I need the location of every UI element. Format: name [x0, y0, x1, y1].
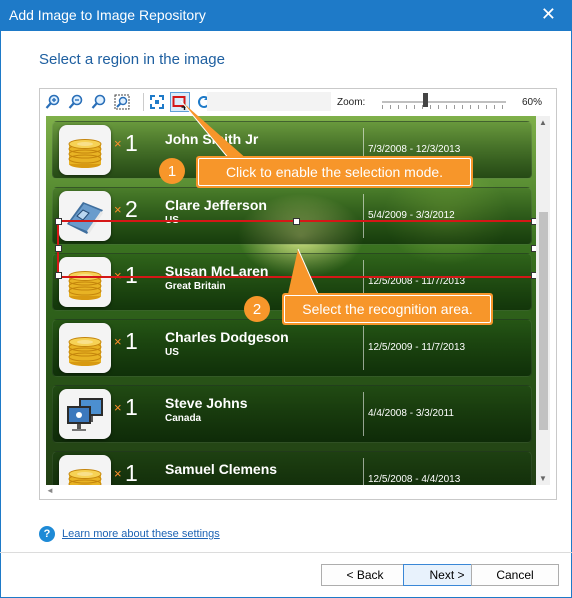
footer-divider — [0, 552, 572, 553]
callout-1-text: Click to enable the selection mode. — [198, 158, 471, 186]
callout-1-number: 1 — [159, 158, 185, 184]
callout-2: Select the recognition area. — [282, 293, 493, 325]
cancel-button[interactable]: Cancel — [471, 564, 559, 586]
callout-2-number: 2 — [244, 296, 270, 322]
callout-2-pointer — [288, 249, 318, 294]
callout-2-text: Select the recognition area. — [284, 295, 491, 323]
callout-1-pointer — [181, 101, 248, 160]
callout-1: Click to enable the selection mode. — [196, 156, 473, 188]
learn-more-link[interactable]: Learn more about these settings — [62, 528, 220, 540]
help-icon[interactable]: ? — [39, 526, 55, 542]
back-button[interactable]: < Back — [321, 564, 409, 586]
callout-1-pointer-edge — [180, 100, 231, 161]
